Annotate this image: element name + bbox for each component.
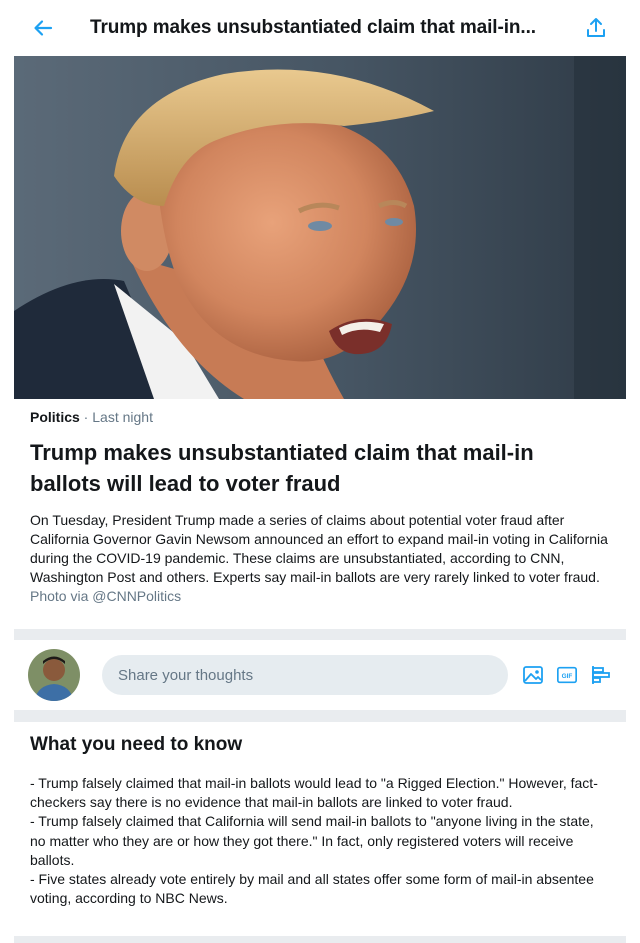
speaker-photo <box>14 56 626 399</box>
section-title: What you need to know <box>30 734 243 755</box>
compose-row: GIF <box>14 640 626 710</box>
back-button[interactable] <box>14 0 72 56</box>
poll-icon <box>592 666 610 684</box>
share-icon <box>587 18 605 37</box>
user-avatar-image <box>28 649 80 701</box>
list-item: - Trump falsely claimed that mail-in bal… <box>30 775 598 811</box>
list-item: - Five states already vote entirely by m… <box>30 871 594 907</box>
hero-photo[interactable] <box>14 56 626 399</box>
avatar[interactable] <box>28 649 80 701</box>
bullet-list: - Trump falsely claimed that mail-in bal… <box>30 774 610 908</box>
compose-tools: GIF <box>522 664 612 686</box>
add-poll-button[interactable] <box>590 664 612 686</box>
page-title: Trump makes unsubstantiated claim that m… <box>90 17 536 38</box>
article-meta: Politics · Last night <box>30 409 610 429</box>
share-button[interactable] <box>566 0 626 56</box>
article-headline: Trump makes unsubstantiated claim that m… <box>30 440 534 496</box>
share-thoughts-input[interactable] <box>102 655 508 695</box>
article-card[interactable]: Politics · Last night Trump makes unsubs… <box>14 399 626 629</box>
need-to-know-section: What you need to know - Trump falsely cl… <box>14 722 626 936</box>
svg-text:GIF: GIF <box>562 673 573 680</box>
image-icon <box>523 666 543 684</box>
moment-page: Trump makes unsubstantiated claim that m… <box>14 0 626 943</box>
add-gif-button[interactable]: GIF <box>556 664 578 686</box>
category-label[interactable]: Politics <box>30 409 80 425</box>
list-item: - Trump falsely claimed that California … <box>30 813 594 868</box>
photo-credit: Photo via @CNNPolitics <box>30 588 182 604</box>
add-image-button[interactable] <box>522 664 544 686</box>
top-bar: Trump makes unsubstantiated claim that m… <box>14 0 626 56</box>
timestamp: Last night <box>92 409 153 425</box>
back-arrow-icon <box>34 20 53 36</box>
article-summary: On Tuesday, President Trump made a serie… <box>30 512 608 585</box>
gif-icon: GIF <box>557 666 577 684</box>
meta-separator: · <box>79 409 93 425</box>
